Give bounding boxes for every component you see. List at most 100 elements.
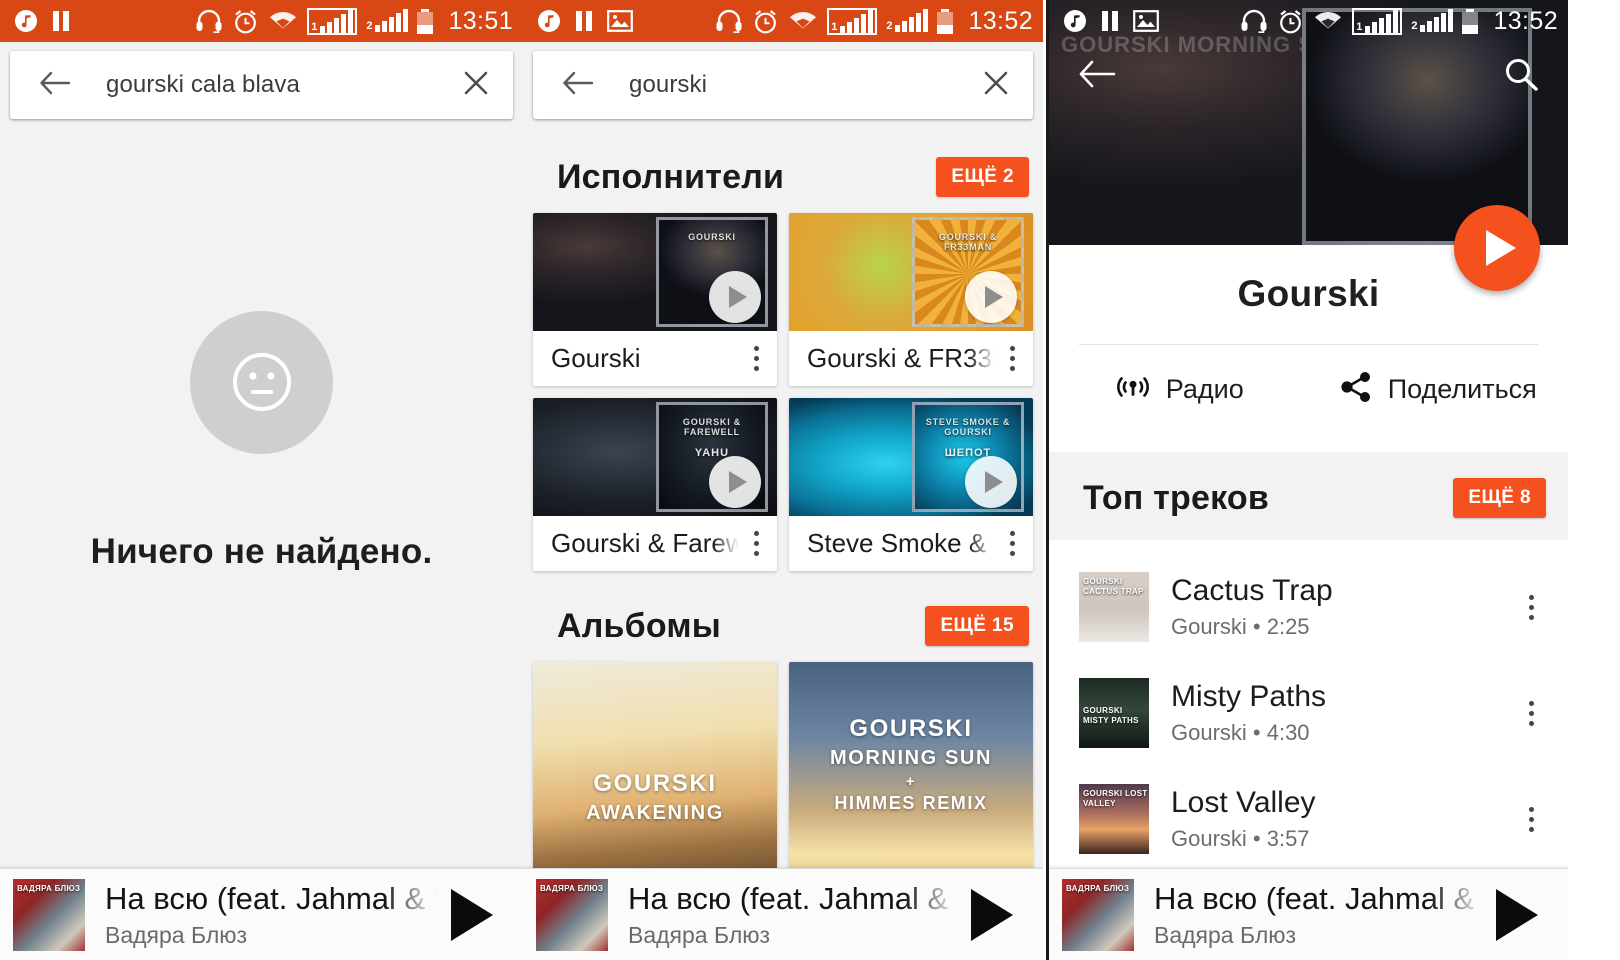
neutral-face-icon — [190, 310, 333, 454]
artist-play-button[interactable] — [965, 271, 1017, 323]
wifi-icon — [268, 9, 298, 33]
artist-card-name: Gourski & Farewell — [551, 528, 739, 558]
back-arrow-icon[interactable] — [38, 69, 72, 102]
artist-play-button[interactable] — [709, 456, 761, 508]
player-play-button[interactable] — [957, 888, 1027, 941]
artist-card[interactable]: GOURSKI Gourski — [533, 213, 777, 386]
music-note-icon — [14, 9, 38, 33]
back-arrow-icon[interactable] — [1077, 58, 1117, 95]
track-thumbnail: GOURSKI MISTY PATHS — [1079, 678, 1149, 748]
artist-overflow-menu-icon[interactable] — [995, 531, 1029, 556]
track-row[interactable]: GOURSKI CACTUS TRAP Cactus Trap Gourski … — [1049, 554, 1568, 660]
artist-actions: Радио Поделиться — [1049, 345, 1568, 435]
battery-icon — [1462, 8, 1479, 34]
player-play-button[interactable] — [1482, 888, 1552, 941]
results-scroll-area[interactable]: Исполнители ЕЩЁ 2 GOURSKI Gourski GOURSK… — [523, 122, 1043, 960]
track-overflow-menu-icon[interactable] — [1514, 700, 1548, 726]
headphones-icon — [1240, 8, 1268, 34]
search-bar-middle[interactable]: gourski — [533, 51, 1033, 119]
signal-sim2-icon: 2 — [366, 9, 409, 32]
track-thumbnail: GOURSKI LOST VALLEY — [1079, 784, 1149, 854]
search-icon[interactable] — [1502, 56, 1540, 99]
album-title-line2: AWAKENING — [586, 802, 724, 824]
image-icon — [607, 10, 633, 32]
search-bar-left[interactable]: gourski cala blava — [10, 51, 513, 119]
search-input-left[interactable]: gourski cala blava — [106, 71, 461, 99]
track-row[interactable]: GOURSKI MISTY PATHS Misty Paths Gourski … — [1049, 660, 1568, 766]
play-artist-fab[interactable] — [1454, 205, 1540, 291]
share-icon — [1340, 371, 1374, 408]
player-cover-art: ВАДЯРА БЛЮЗ — [536, 878, 608, 951]
artist-overflow-menu-icon[interactable] — [995, 346, 1029, 371]
panel-search-results: 1 2 13:52 gourski Исполнители ЕЩЁ 2 GOUR… — [523, 0, 1043, 960]
pause-icon — [51, 9, 71, 33]
player-cover-art: ВАДЯРА БЛЮЗ — [1062, 878, 1134, 951]
artist-card-art: GOURSKI — [533, 213, 777, 331]
status-time-right: 13:52 — [1493, 6, 1558, 35]
alarm-clock-icon — [752, 8, 779, 35]
radio-button[interactable]: Радио — [1049, 371, 1309, 408]
battery-icon — [937, 8, 954, 34]
track-thumbnail: GOURSKI CACTUS TRAP — [1079, 572, 1149, 642]
empty-state-message: Ничего не найдено. — [90, 531, 433, 571]
status-bar-left: 1 2 13:51 — [0, 0, 523, 42]
clear-icon[interactable] — [981, 68, 1011, 103]
image-icon — [1133, 10, 1159, 32]
search-bar-container-left: gourski cala blava — [0, 42, 523, 119]
track-overflow-menu-icon[interactable] — [1514, 806, 1548, 832]
back-arrow-icon[interactable] — [561, 69, 595, 102]
more-artists-button[interactable]: ЕЩЁ 2 — [936, 157, 1029, 197]
search-bar-container-middle: gourski — [523, 42, 1043, 119]
artist-card-art: GOURSKI & FR33MAN — [789, 213, 1033, 331]
album-card[interactable]: GOURSKI AWAKENING — [533, 662, 777, 902]
pause-icon — [574, 9, 594, 33]
pause-icon — [1100, 9, 1120, 33]
section-title-artists: Исполнители — [557, 157, 785, 196]
artist-card-grid: GOURSKI Gourski GOURSKI & FR33MAN Goursk… — [523, 213, 1043, 571]
signal-sim1-icon: 1 — [307, 7, 358, 35]
player-track-title: На всю (feat. Jahmal & V — [105, 880, 437, 916]
player-cover-caption: ВАДЯРА БЛЮЗ — [17, 883, 81, 893]
track-row[interactable]: GOURSKI LOST VALLEY Lost Valley Gourski … — [1049, 766, 1568, 872]
artist-card[interactable]: GOURSKI & FAREWELL YAHU Gourski & Farewe… — [533, 398, 777, 571]
artist-cover-caption: GOURSKI — [688, 232, 736, 243]
screenshot-composite: 1 2 13:51 gourski cala blava Ничего не н… — [0, 0, 1620, 960]
track-subtitle: Gourski • 2:25 — [1171, 613, 1310, 639]
artist-overflow-menu-icon[interactable] — [739, 346, 773, 371]
album-title-line2: MORNING SUN — [829, 746, 993, 769]
artist-overflow-menu-icon[interactable] — [739, 531, 773, 556]
more-top-tracks-button[interactable]: ЕЩЁ 8 — [1453, 478, 1546, 518]
empty-state: Ничего не найдено. — [0, 42, 523, 840]
status-bar-middle: 1 2 13:52 — [523, 0, 1043, 42]
track-title: Cactus Trap — [1171, 574, 1333, 608]
radio-label: Радио — [1165, 374, 1244, 404]
artist-card[interactable]: GOURSKI & FR33MAN Gourski & FR33MAN — [789, 213, 1033, 386]
artist-play-button[interactable] — [965, 456, 1017, 508]
clear-icon[interactable] — [461, 68, 491, 103]
player-play-button[interactable] — [437, 888, 507, 941]
album-card[interactable]: GOURSKI MORNING SUN + HIMMES REMIX — [789, 662, 1033, 902]
search-input-middle[interactable]: gourski — [629, 71, 981, 99]
share-button[interactable]: Поделиться — [1309, 371, 1569, 408]
signal-sim2-icon: 2 — [1411, 9, 1454, 32]
mini-player-left[interactable]: ВАДЯРА БЛЮЗ На всю (feat. Jahmal & V Вад… — [0, 868, 523, 960]
album-title-line3: + — [905, 772, 917, 790]
alarm-clock-icon — [1277, 8, 1304, 35]
mini-player-right[interactable]: ВАДЯРА БЛЮЗ На всю (feat. Jahmal & V Вад… — [1049, 868, 1568, 960]
wifi-icon — [788, 9, 818, 33]
artist-card[interactable]: STEVE SMOKE & GOURSKI ШЕПОТ Steve Smoke … — [789, 398, 1033, 571]
mini-player-middle[interactable]: ВАДЯРА БЛЮЗ На всю (feat. Jahmal & V Вад… — [523, 868, 1043, 960]
artist-cover-caption: STEVE SMOKE & GOURSKI — [925, 417, 1011, 438]
more-albums-button[interactable]: ЕЩЁ 15 — [925, 606, 1029, 646]
artist-play-button[interactable] — [709, 271, 761, 323]
artist-card-name: Gourski — [551, 343, 641, 373]
player-cover-caption: ВАДЯРА БЛЮЗ — [1066, 883, 1130, 893]
top-tracks-list[interactable]: GOURSKI CACTUS TRAP Cactus Trap Gourski … — [1049, 546, 1568, 854]
artist-cover-caption-secondary: YAHU — [694, 446, 730, 459]
player-track-title: На всю (feat. Jahmal & V — [628, 880, 957, 916]
track-overflow-menu-icon[interactable] — [1514, 594, 1548, 620]
alarm-clock-icon — [232, 8, 259, 35]
track-title: Lost Valley — [1171, 786, 1316, 820]
panel-artist-detail: GOURSKI MORNING SUN 1 2 13:52 Gourski Ра… — [1046, 0, 1568, 960]
section-header-top-tracks: Топ треков ЕЩЁ 8 — [1049, 452, 1568, 540]
